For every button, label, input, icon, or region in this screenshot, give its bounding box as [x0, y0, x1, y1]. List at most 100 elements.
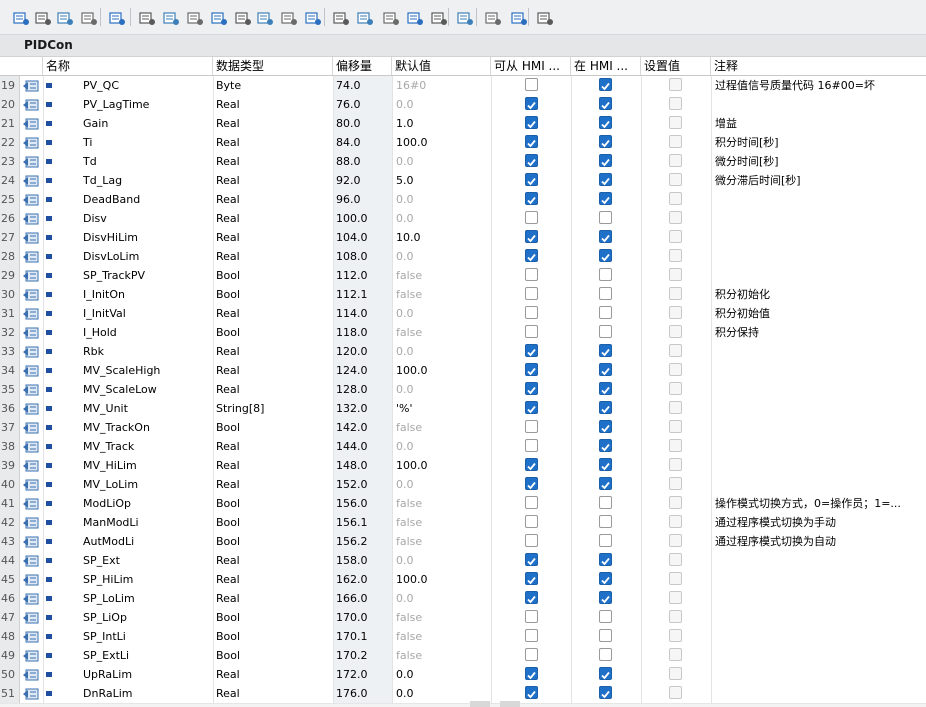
default-value[interactable]: 10.0	[393, 228, 493, 247]
hmi-access-checkbox[interactable]	[525, 686, 539, 700]
setpoint-checkbox[interactable]	[669, 553, 683, 567]
hmi-access-checkbox[interactable]	[525, 648, 539, 662]
table-row[interactable]: 19 PV_QC Byte 74.0 16#0 过程值信号质量代码 16#00=坏	[0, 76, 926, 96]
hmi-visible-checkbox[interactable]	[599, 458, 613, 472]
setpoint-checkbox[interactable]	[669, 572, 683, 586]
data-type[interactable]: Bool	[216, 323, 333, 342]
setpoint-checkbox[interactable]	[669, 249, 683, 263]
table-row[interactable]: 41 ModLiOp Bool 156.0 false 操作模式切换方式，0=操作员；1=…	[0, 494, 926, 514]
hmi-access-checkbox[interactable]	[525, 173, 539, 187]
table-row[interactable]: 34 MV_ScaleHigh Real 124.0 100.0	[0, 361, 926, 381]
variable-name[interactable]: MV_ScaleHigh	[83, 361, 211, 380]
monitor-icon[interactable]	[108, 10, 126, 26]
snapshot-icon[interactable]	[332, 10, 350, 26]
data-type[interactable]: Real	[216, 437, 333, 456]
header-type[interactable]: 数据类型	[213, 57, 333, 75]
hmi-visible-checkbox[interactable]	[599, 268, 613, 282]
variable-name[interactable]: SP_ExtLi	[83, 646, 211, 665]
default-value[interactable]: 5.0	[393, 171, 493, 190]
data-type[interactable]: String[8]	[216, 399, 333, 418]
hmi-access-checkbox[interactable]	[525, 211, 539, 225]
indent-icon[interactable]	[430, 10, 448, 26]
setpoint-checkbox[interactable]	[669, 135, 683, 149]
table-row[interactable]: 50 UpRaLim Real 172.0 0.0	[0, 665, 926, 685]
table-row[interactable]: 25 DeadBand Real 96.0 0.0	[0, 190, 926, 210]
variable-name[interactable]: MV_Unit	[83, 399, 211, 418]
comment-text[interactable]	[713, 608, 925, 627]
default-value[interactable]: false	[393, 494, 493, 513]
hmi-visible-checkbox[interactable]	[599, 192, 613, 206]
data-type[interactable]: Real	[216, 190, 333, 209]
comment-text[interactable]	[713, 95, 925, 114]
default-value[interactable]: 100.0	[393, 133, 493, 152]
data-type[interactable]: Real	[216, 361, 333, 380]
settings-icon[interactable]	[304, 10, 322, 26]
comment-text[interactable]	[713, 266, 925, 285]
hmi-visible-checkbox[interactable]	[599, 401, 613, 415]
default-value[interactable]: 0.0	[393, 95, 493, 114]
data-type[interactable]: Real	[216, 380, 333, 399]
variable-name[interactable]: SP_LoLim	[83, 589, 211, 608]
data-type[interactable]: Bool	[216, 494, 333, 513]
variable-name[interactable]: SP_TrackPV	[83, 266, 211, 285]
default-value[interactable]: 0.0	[393, 475, 493, 494]
hmi-access-checkbox[interactable]	[525, 192, 539, 206]
hmi-access-checkbox[interactable]	[525, 344, 539, 358]
default-value[interactable]: false	[393, 266, 493, 285]
hmi-visible-checkbox[interactable]	[599, 173, 613, 187]
hmi-access-checkbox[interactable]	[525, 249, 539, 263]
data-type[interactable]: Bool	[216, 627, 333, 646]
setpoint-checkbox[interactable]	[669, 116, 683, 130]
hmi-access-checkbox[interactable]	[525, 363, 539, 377]
hmi-access-checkbox[interactable]	[525, 572, 539, 586]
comment-icon[interactable]	[210, 10, 228, 26]
delete-row-icon[interactable]	[34, 10, 52, 26]
table-row[interactable]: 27 DisvHiLim Real 104.0 10.0	[0, 228, 926, 248]
comment-text[interactable]	[713, 665, 925, 684]
hmi-visible-checkbox[interactable]	[599, 363, 613, 377]
comment-text[interactable]	[713, 646, 925, 665]
default-value[interactable]: 16#0	[393, 76, 493, 95]
default-value[interactable]: 0.0	[393, 551, 493, 570]
table-row[interactable]: 39 MV_HiLim Real 148.0 100.0	[0, 456, 926, 476]
hmi-visible-checkbox[interactable]	[599, 439, 613, 453]
hmi-visible-checkbox[interactable]	[599, 287, 613, 301]
setpoint-checkbox[interactable]	[669, 667, 683, 681]
hmi-access-checkbox[interactable]	[525, 325, 539, 339]
data-type[interactable]: Bool	[216, 532, 333, 551]
download-icon[interactable]	[234, 10, 252, 26]
header-setpoint[interactable]: 设置值	[641, 57, 711, 75]
setpoint-checkbox[interactable]	[669, 230, 683, 244]
setpoint-checkbox[interactable]	[669, 401, 683, 415]
table-row[interactable]: 38 MV_Track Real 144.0 0.0	[0, 437, 926, 457]
hmi-access-checkbox[interactable]	[525, 534, 539, 548]
comment-text[interactable]: 微分时间[秒]	[713, 152, 925, 171]
setpoint-checkbox[interactable]	[669, 306, 683, 320]
data-type[interactable]: Real	[216, 228, 333, 247]
setpoint-checkbox[interactable]	[669, 78, 683, 92]
setpoint-checkbox[interactable]	[669, 534, 683, 548]
table-row[interactable]: 20 PV_LagTime Real 76.0 0.0	[0, 95, 926, 115]
hmi-visible-checkbox[interactable]	[599, 211, 613, 225]
hmi-visible-checkbox[interactable]	[599, 78, 613, 92]
comment-text[interactable]: 积分保持	[713, 323, 925, 342]
variable-name[interactable]: SP_HiLim	[83, 570, 211, 589]
hmi-visible-checkbox[interactable]	[599, 154, 613, 168]
comment-text[interactable]	[713, 627, 925, 646]
hmi-visible-checkbox[interactable]	[599, 230, 613, 244]
data-type[interactable]: Real	[216, 114, 333, 133]
table-row[interactable]: 28 DisvLoLim Real 108.0 0.0	[0, 247, 926, 267]
comment-text[interactable]	[713, 190, 925, 209]
variable-name[interactable]: PV_LagTime	[83, 95, 211, 114]
data-type[interactable]: Real	[216, 456, 333, 475]
hmi-access-checkbox[interactable]	[525, 154, 539, 168]
default-value[interactable]: false	[393, 608, 493, 627]
default-value[interactable]: 0.0	[393, 152, 493, 171]
data-type[interactable]: Byte	[216, 76, 333, 95]
default-value[interactable]: 0.0	[393, 437, 493, 456]
variable-name[interactable]: SP_LiOp	[83, 608, 211, 627]
setpoint-checkbox[interactable]	[669, 629, 683, 643]
hmi-access-checkbox[interactable]	[525, 629, 539, 643]
default-value[interactable]: 0.0	[393, 665, 493, 684]
hmi-visible-checkbox[interactable]	[599, 135, 613, 149]
